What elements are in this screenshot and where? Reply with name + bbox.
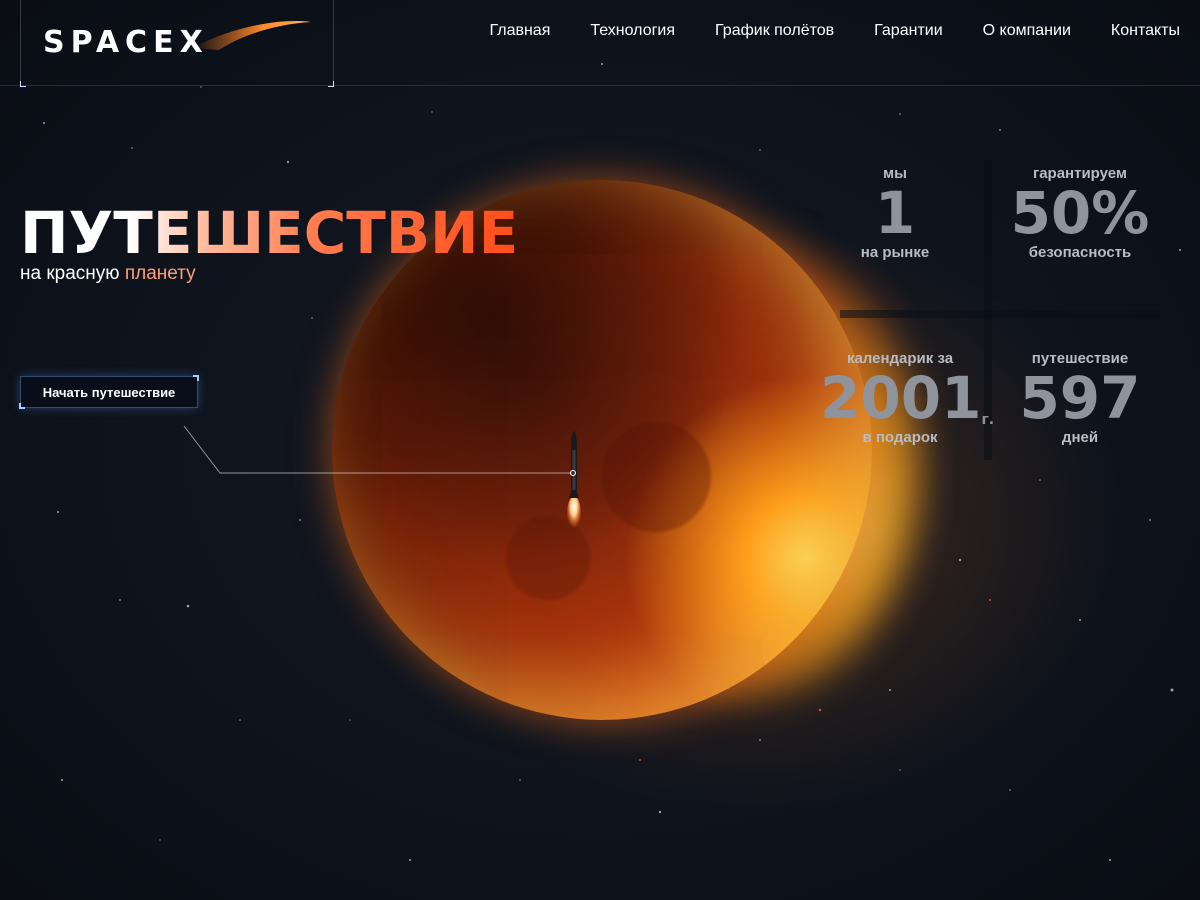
nav-technology[interactable]: Технология: [590, 22, 675, 40]
stat-calendar: календарик за 2001г. в подарок: [820, 350, 995, 446]
logo-corner: [20, 81, 26, 87]
logo-text: SPACEX: [43, 25, 209, 60]
main-nav: Главная Технология График полётов Гарант…: [489, 0, 1200, 62]
stat-value: 597: [1019, 364, 1141, 432]
stat-value: 1: [874, 179, 916, 247]
stat-safety: гарантируем 50% безопасность: [1005, 165, 1155, 261]
stats-divider-horizontal: [840, 310, 1160, 318]
hero-subtitle-part2: планету: [124, 263, 196, 284]
button-corner: [19, 403, 25, 409]
nav-contacts[interactable]: Контакты: [1111, 22, 1180, 40]
logo-container[interactable]: SPACEX: [20, 0, 334, 87]
nav-home[interactable]: Главная: [489, 22, 550, 40]
pointer-line: [183, 425, 576, 476]
hero-title: ПУТЕШЕСТВИЕ: [20, 199, 519, 267]
button-corner: [193, 375, 199, 381]
logo-corner: [328, 81, 334, 87]
nav-flight-schedule[interactable]: График полётов: [715, 22, 834, 40]
hero-subtitle-part1: на красную: [20, 263, 125, 284]
hero-subtitle: на красную планету: [20, 263, 196, 285]
stat-market: мы 1 на рынке: [820, 165, 970, 261]
stat-value-suffix: г.: [981, 412, 995, 428]
site-header: SPACEX Главная Технология График полётов…: [0, 0, 1200, 87]
start-journey-label: Начать путешествие: [42, 384, 176, 400]
stat-journey-days: путешествие 597 дней: [1005, 350, 1155, 446]
spacex-logo[interactable]: SPACEX: [43, 20, 313, 60]
stat-caption: на рынке: [860, 244, 930, 261]
stat-value: 50%: [1010, 179, 1150, 247]
start-journey-button[interactable]: Начать путешествие: [19, 375, 199, 409]
nav-about[interactable]: О компании: [983, 22, 1071, 40]
stat-value: 2001г.: [820, 364, 995, 432]
nav-guarantees[interactable]: Гарантии: [874, 22, 943, 40]
